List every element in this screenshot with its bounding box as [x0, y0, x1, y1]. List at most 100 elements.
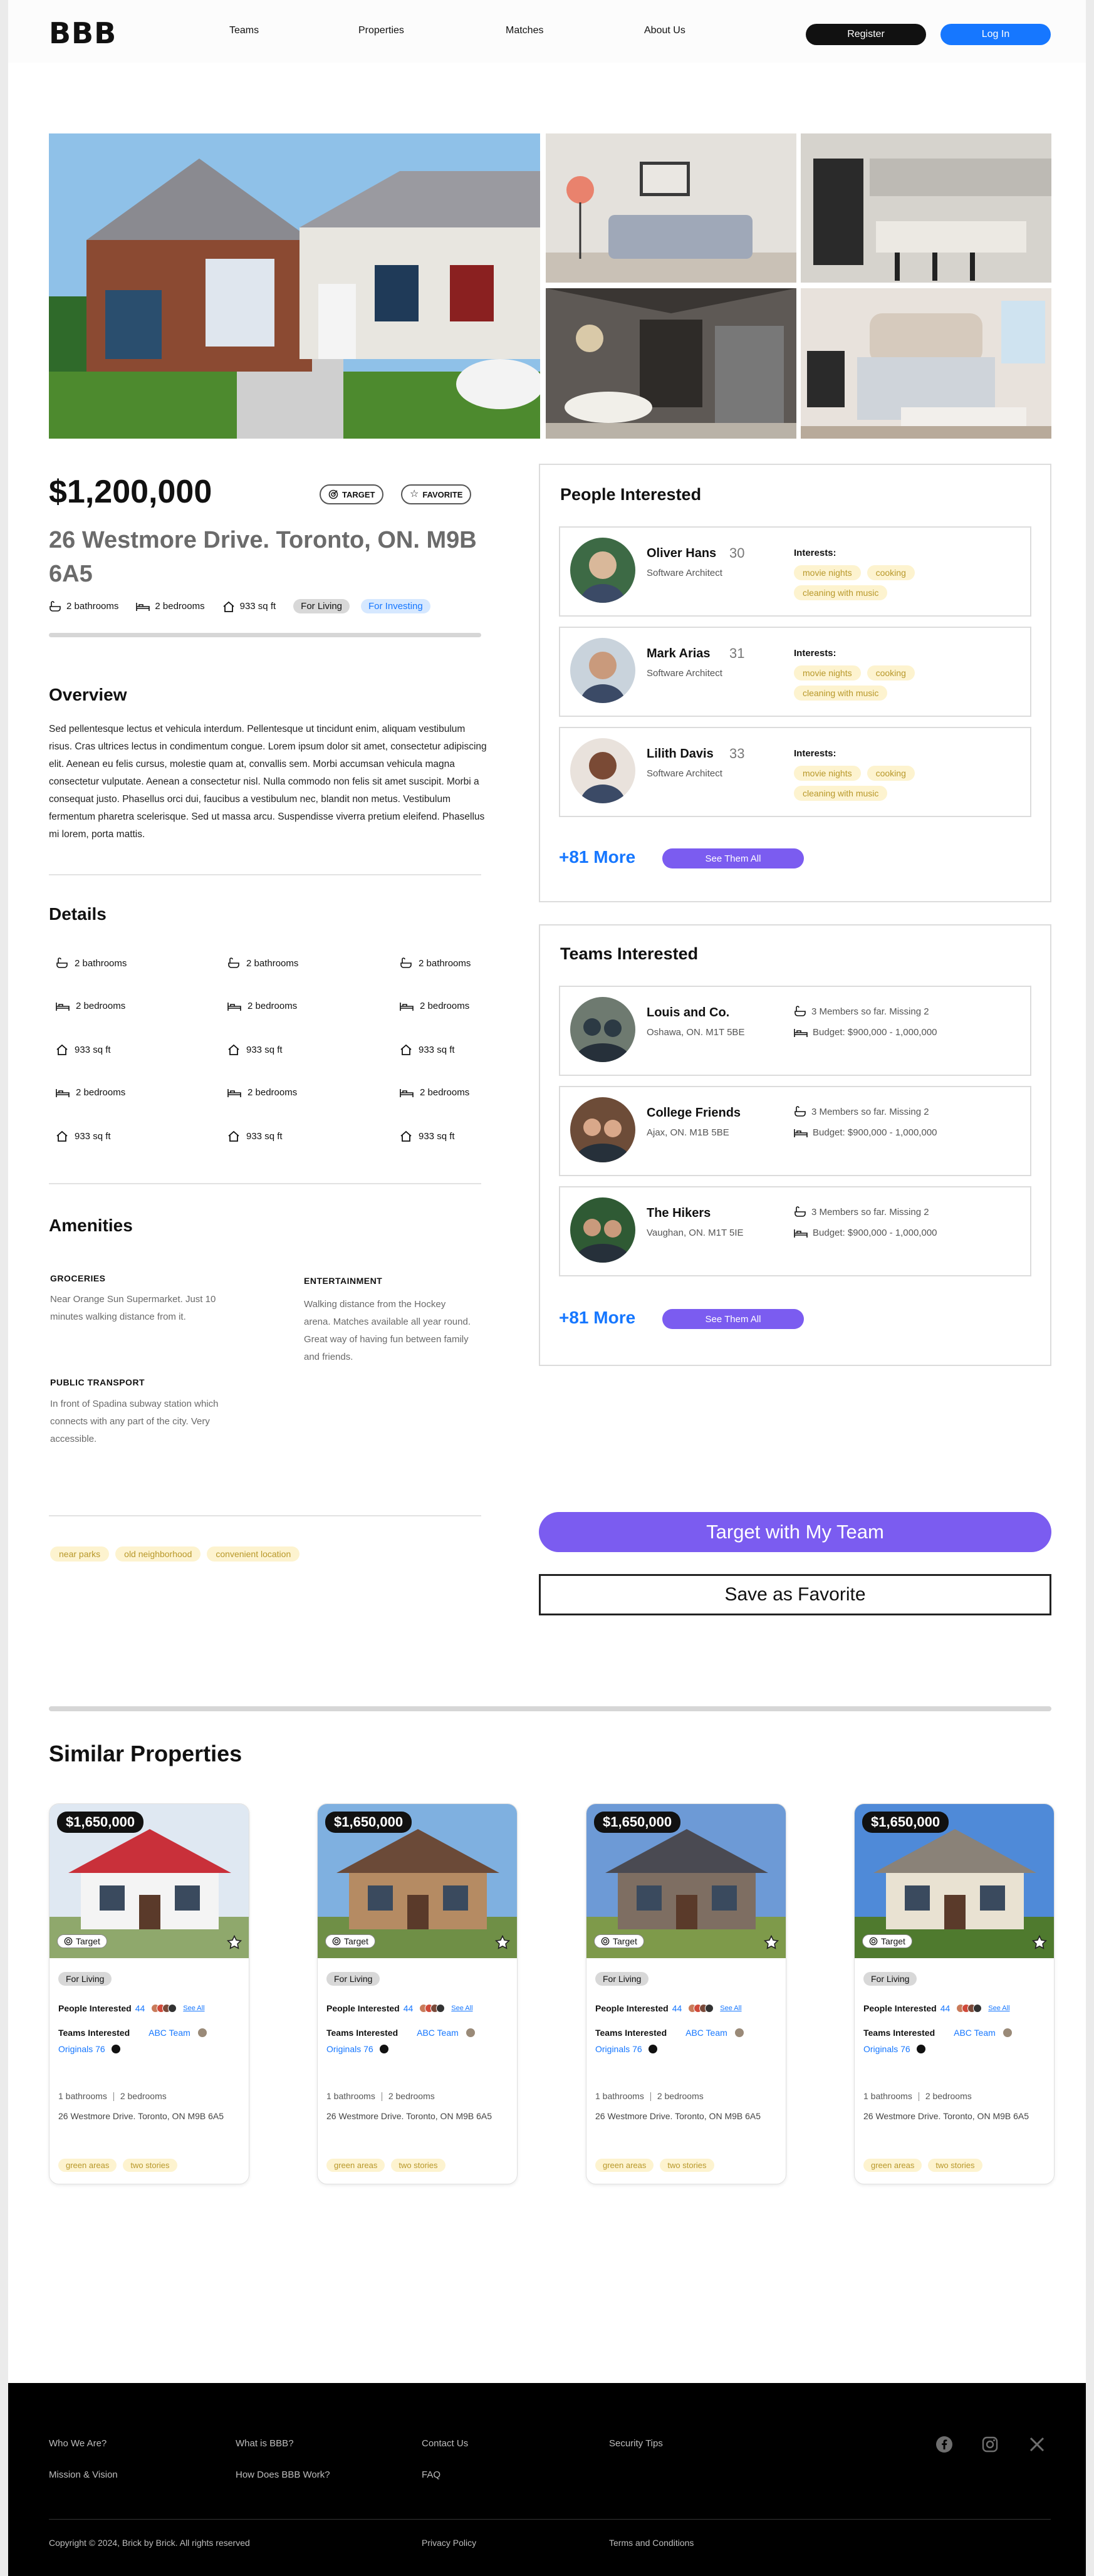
footer-link[interactable]: What is BBB?: [236, 2438, 294, 2449]
similar-property-card[interactable]: $1,650,000 Target For Living People Interes…: [854, 1803, 1055, 2184]
footer-link[interactable]: How Does BBB Work?: [236, 2469, 330, 2480]
similar-team-link[interactable]: ABC Team: [148, 2028, 190, 2038]
living-room-photo[interactable]: [546, 133, 796, 283]
terms-link[interactable]: Terms and Conditions: [609, 2538, 694, 2548]
star-icon[interactable]: [763, 1934, 779, 1951]
instagram-icon[interactable]: [981, 2436, 999, 2453]
divider: [49, 874, 481, 875]
similar-baths: 1 bathrooms: [58, 2091, 107, 2101]
nav-link-about-us[interactable]: About Us: [644, 25, 685, 36]
similar-people-row: People Interested 44 See All: [595, 2003, 742, 2013]
similar-target-button[interactable]: Target: [57, 1934, 107, 1948]
similar-team-link[interactable]: ABC Team: [685, 2028, 727, 2038]
details-title: Details: [49, 904, 107, 924]
house-icon: [222, 601, 235, 612]
target-with-team-button[interactable]: Target with My Team: [539, 1512, 1051, 1552]
similar-for-living-tag: For Living: [58, 1972, 112, 1986]
similar-property-card[interactable]: $1,650,000 Target For Living People Interes…: [317, 1803, 518, 2184]
person-card[interactable]: Oliver Hans 30 Software Architect Interests…: [559, 526, 1031, 617]
interests-label: Interests:: [794, 748, 836, 759]
login-button[interactable]: Log In: [940, 24, 1051, 45]
team-card[interactable]: College Friends Ajax, ON. M1B 5BE 3 Member…: [559, 1086, 1031, 1176]
interest-tag: cooking: [867, 766, 915, 781]
tag: old neighborhood: [115, 1546, 201, 1562]
avatar: [570, 638, 635, 703]
team-card[interactable]: The Hikers Vaughan, ON. M1T 5IE 3 Members …: [559, 1186, 1031, 1276]
spec-area: 933 sq ft: [222, 601, 276, 612]
similar-for-living-tag: For Living: [863, 1972, 917, 1986]
footer-link[interactable]: Contact Us: [422, 2438, 468, 2449]
tag: near parks: [50, 1546, 110, 1562]
similar-target-button[interactable]: Target: [325, 1934, 375, 1948]
house-icon: [56, 1130, 68, 1142]
similar-see-all-link[interactable]: See All: [451, 2005, 472, 2012]
target-button-label: TARGET: [342, 489, 375, 499]
privacy-policy-link[interactable]: Privacy Policy: [422, 2538, 476, 2548]
person-card[interactable]: Lilith Davis 33 Software Architect Interest…: [559, 727, 1031, 817]
people-see-all-button[interactable]: See Them All: [662, 848, 804, 868]
detail-item: 2 bedrooms: [227, 1087, 297, 1098]
bed-icon: [56, 1088, 70, 1098]
bedroom-photo[interactable]: [801, 288, 1051, 439]
tag: two stories: [123, 2159, 177, 2172]
interests-label: Interests:: [794, 648, 836, 659]
similar-see-all-link[interactable]: See All: [720, 2005, 741, 2012]
amenity-entertainment-text: Walking distance from the Hockey arena. …: [304, 1299, 471, 1362]
team-budget-label: Budget: $900,000 - 1,000,000: [813, 1228, 937, 1238]
logo[interactable]: BBB: [49, 16, 117, 50]
tag: two stories: [928, 2159, 982, 2172]
nav-link-teams[interactable]: Teams: [229, 25, 259, 36]
favorite-button[interactable]: ☆ FAVORITE: [401, 484, 472, 504]
similar-property-card[interactable]: $1,650,000 Target For Living People Interes…: [586, 1803, 786, 2184]
detail-item: 2 bathrooms: [56, 957, 127, 969]
similar-target-button[interactable]: Target: [862, 1934, 912, 1948]
similar-teams-label: Teams Interested: [863, 2028, 935, 2038]
star-icon[interactable]: [1031, 1934, 1048, 1951]
similar-see-all-link[interactable]: See All: [988, 2005, 1009, 2012]
nav-link-matches[interactable]: Matches: [506, 25, 543, 36]
target-icon: [64, 1937, 73, 1946]
similar-target-label: Target: [344, 1936, 368, 1946]
target-button[interactable]: TARGET: [320, 484, 384, 504]
similar-target-button[interactable]: Target: [594, 1934, 644, 1948]
bathroom-photo[interactable]: [546, 288, 796, 439]
team-card[interactable]: Louis and Co. Oshawa, ON. M1T 5BE 3 Member…: [559, 986, 1031, 1076]
similar-team-link[interactable]: ABC Team: [954, 2028, 996, 2038]
similar-teams-label: Teams Interested: [595, 2028, 667, 2038]
target-icon: [869, 1937, 878, 1946]
similar-team-link[interactable]: Originals 76: [595, 2044, 642, 2054]
footer-link[interactable]: Mission & Vision: [49, 2469, 118, 2480]
similar-team-link[interactable]: Originals 76: [863, 2044, 910, 2054]
star-icon[interactable]: [226, 1934, 242, 1951]
similar-see-all-link[interactable]: See All: [183, 2005, 204, 2012]
register-button[interactable]: Register: [806, 24, 926, 45]
footer-link[interactable]: Who We Are?: [49, 2438, 107, 2449]
similar-tags: green areas two stories: [863, 2159, 982, 2172]
detail-item: 933 sq ft: [56, 1130, 111, 1142]
person-card[interactable]: Mark Arias 31 Software Architect Interests:…: [559, 627, 1031, 717]
footer-link[interactable]: Security Tips: [609, 2438, 663, 2449]
similar-team-link[interactable]: ABC Team: [417, 2028, 459, 2038]
similar-team-link[interactable]: Originals 76: [326, 2044, 373, 2054]
similar-property-card[interactable]: $1,650,000 Target For Living People Interes…: [49, 1803, 249, 2184]
x-icon[interactable]: [1028, 2436, 1046, 2453]
detail-item-label: 933 sq ft: [246, 1130, 283, 1142]
facebook-icon[interactable]: [935, 2436, 953, 2453]
team-avatar: [197, 2028, 207, 2037]
footer-link[interactable]: FAQ: [422, 2469, 440, 2480]
similar-baths: 1 bathrooms: [863, 2091, 912, 2101]
similar-target-label: Target: [881, 1936, 905, 1946]
save-favorite-button[interactable]: Save as Favorite: [539, 1574, 1051, 1615]
similar-teams-row-2: Originals 76: [863, 2044, 925, 2054]
team-name: College Friends: [647, 1106, 741, 1120]
kitchen-photo[interactable]: [801, 133, 1051, 283]
bed-icon: [400, 1001, 414, 1011]
similar-for-living-tag: For Living: [595, 1972, 649, 1986]
similar-address: 26 Westmore Drive. Toronto, ON M9B 6A5: [595, 2111, 761, 2121]
nav-link-properties[interactable]: Properties: [358, 25, 404, 36]
similar-people-count: 44: [135, 2003, 145, 2013]
similar-team-link[interactable]: Originals 76: [58, 2044, 105, 2054]
main-house-photo[interactable]: [49, 133, 540, 439]
star-icon[interactable]: [494, 1934, 511, 1951]
teams-see-all-button[interactable]: See Them All: [662, 1309, 804, 1329]
